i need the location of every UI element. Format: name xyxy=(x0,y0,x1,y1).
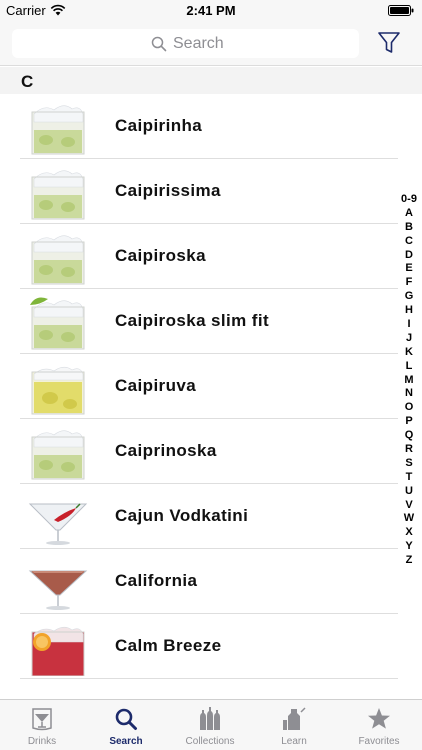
drink-glass-image xyxy=(31,626,85,676)
index-u[interactable]: U xyxy=(396,485,422,499)
drinks-icon xyxy=(32,708,52,731)
tab-label: Favorites xyxy=(358,736,400,747)
drink-glass-image xyxy=(31,430,85,480)
search-bar[interactable] xyxy=(12,29,359,58)
index-0-9[interactable]: 0-9 xyxy=(396,193,422,207)
list-item[interactable]: California xyxy=(0,549,422,614)
tab-collections[interactable]: Collections xyxy=(168,700,252,750)
tab-label: Learn xyxy=(281,736,307,747)
drink-glass-image xyxy=(31,105,85,155)
drink-name: Caipiroska xyxy=(115,246,206,265)
tab-bar: Drinks Search Collections Learn Favorite… xyxy=(0,699,422,750)
drink-name: Caipiroska slim fit xyxy=(115,311,270,330)
index-e[interactable]: E xyxy=(396,262,422,276)
status-time: 2:41 PM xyxy=(186,3,236,18)
index-b[interactable]: B xyxy=(396,221,422,235)
drink-glass-image xyxy=(28,570,88,610)
drink-name: Caipirissima xyxy=(115,181,221,200)
learn-icon xyxy=(283,707,306,730)
index-v[interactable]: V xyxy=(396,499,422,513)
index-f[interactable]: F xyxy=(396,276,422,290)
drink-name: California xyxy=(115,571,198,590)
drink-name: Caipirinha xyxy=(115,116,203,135)
drink-glass-image xyxy=(31,235,85,285)
index-z[interactable]: Z xyxy=(396,554,422,568)
drink-glass-image xyxy=(31,170,85,220)
status-bar: Carrier 2:41 PM xyxy=(0,0,422,22)
index-g[interactable]: G xyxy=(396,290,422,304)
list-item[interactable]: Caiprinoska xyxy=(0,419,422,484)
list-item[interactable]: Caipiruva xyxy=(0,354,422,419)
index-o[interactable]: O xyxy=(396,401,422,415)
index-l[interactable]: L xyxy=(396,360,422,374)
row-separator xyxy=(20,678,398,679)
filter-icon[interactable] xyxy=(374,30,404,56)
list-item[interactable]: Caipirissima xyxy=(0,159,422,224)
search-input[interactable] xyxy=(173,33,343,54)
battery-icon xyxy=(388,5,414,16)
index-t[interactable]: T xyxy=(396,471,422,485)
index-s[interactable]: S xyxy=(396,457,422,471)
tab-label: Drinks xyxy=(27,736,57,747)
tab-search[interactable]: Search xyxy=(84,700,168,750)
tab-learn[interactable]: Learn xyxy=(252,700,336,750)
index-i[interactable]: I xyxy=(396,318,422,332)
search-icon xyxy=(115,708,137,730)
drink-name: Caipiruva xyxy=(115,376,197,395)
tab-drinks[interactable]: Drinks xyxy=(0,700,84,750)
list-item[interactable]: Caipirinha xyxy=(0,94,422,159)
index-a[interactable]: A xyxy=(396,207,422,221)
search-icon xyxy=(151,36,167,52)
drink-name: Calm Breeze xyxy=(115,636,222,655)
index-w[interactable]: W xyxy=(396,512,422,526)
drink-name: Caiprinoska xyxy=(115,441,217,460)
index-j[interactable]: J xyxy=(396,332,422,346)
index-q[interactable]: Q xyxy=(396,429,422,443)
drink-glass-image xyxy=(30,297,85,350)
list-item[interactable]: Cajun Vodkatini xyxy=(0,484,422,549)
collections-icon xyxy=(200,707,220,730)
list-item[interactable]: Caipiroska xyxy=(0,224,422,289)
drink-glass-image xyxy=(28,503,88,545)
list-item[interactable]: Calm Breeze xyxy=(0,614,422,679)
search-header xyxy=(0,22,422,66)
index-m[interactable]: M xyxy=(396,374,422,388)
index-d[interactable]: D xyxy=(396,249,422,263)
index-h[interactable]: H xyxy=(396,304,422,318)
list-item[interactable]: Caipiroska slim fit xyxy=(0,289,422,354)
index-k[interactable]: K xyxy=(396,346,422,360)
drink-name: Cajun Vodkatini xyxy=(115,506,249,525)
section-letter: C xyxy=(21,72,34,91)
tab-label: Collections xyxy=(185,736,235,747)
tab-favorites[interactable]: Favorites xyxy=(337,700,421,750)
index-y[interactable]: Y xyxy=(396,540,422,554)
alphabet-index[interactable]: 0-9 A B C D E F G H I J K L M N O P Q R … xyxy=(396,193,422,568)
tab-label: Search xyxy=(109,736,143,747)
drink-glass-image xyxy=(31,366,85,415)
index-r[interactable]: R xyxy=(396,443,422,457)
section-header: C xyxy=(0,67,422,94)
index-p[interactable]: P xyxy=(396,415,422,429)
index-x[interactable]: X xyxy=(396,526,422,540)
favorites-icon xyxy=(368,708,390,729)
index-c[interactable]: C xyxy=(396,235,422,249)
index-n[interactable]: N xyxy=(396,387,422,401)
drink-list[interactable]: Caipirinha Caipirissima Caipiroska Caipi… xyxy=(0,94,422,699)
